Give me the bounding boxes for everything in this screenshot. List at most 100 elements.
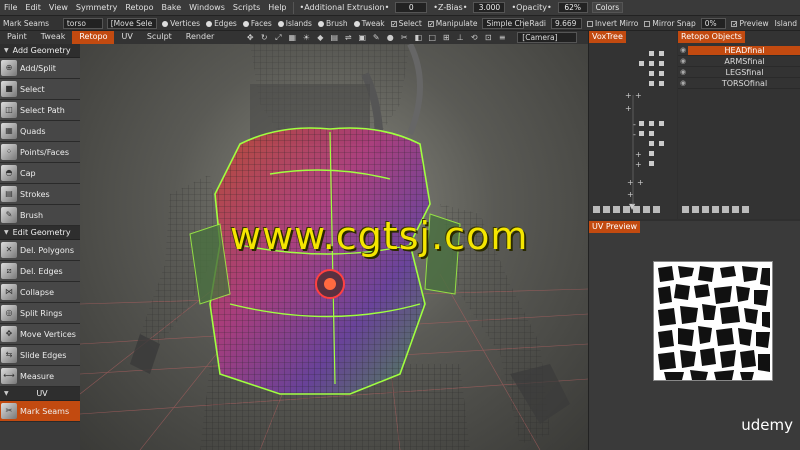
colors-button[interactable]: Colors bbox=[591, 2, 624, 13]
select-checkbox[interactable]: ✓ Select bbox=[388, 19, 425, 28]
eye-icon[interactable]: ◉ bbox=[678, 79, 688, 87]
edges-radio[interactable]: Edges bbox=[203, 19, 240, 28]
grid-toggle-icon[interactable]: ⊞ bbox=[441, 33, 451, 42]
tool-strokes[interactable]: ▤ Strokes bbox=[0, 184, 80, 205]
droplet-icon[interactable]: ◆ bbox=[315, 33, 325, 42]
tool-add-split[interactable]: ⊕ Add/Split bbox=[0, 58, 80, 79]
snap-icon[interactable]: ⊡ bbox=[483, 33, 493, 42]
menu-view[interactable]: View bbox=[45, 3, 72, 12]
grid-icon[interactable]: ▦ bbox=[287, 33, 297, 42]
tool-points-faces[interactable]: ⁘ Points/Faces bbox=[0, 142, 80, 163]
menu-retopo[interactable]: Retopo bbox=[121, 3, 157, 12]
axis-icon[interactable]: ⊥ bbox=[455, 33, 465, 42]
rotate-icon[interactable]: ↻ bbox=[259, 33, 269, 42]
retopo-object-row[interactable]: ◉ HEADfinal bbox=[678, 45, 800, 56]
settings-layer-icon[interactable] bbox=[643, 206, 650, 213]
section-edit-geometry[interactable]: ▼ Edit Geometry bbox=[0, 226, 80, 240]
tool-mark-seams[interactable]: ✂ Mark Seams bbox=[0, 401, 80, 422]
eye-icon[interactable]: ◉ bbox=[678, 68, 688, 76]
tool-slide-edges[interactable]: ⇆ Slide Edges bbox=[0, 345, 80, 366]
tab-paint[interactable]: Paint bbox=[0, 31, 34, 44]
tool-measure[interactable]: ⟷ Measure bbox=[0, 366, 80, 387]
cut-icon[interactable]: ✂ bbox=[399, 33, 409, 42]
sphere-icon[interactable]: ● bbox=[385, 33, 395, 42]
delete-object-icon[interactable] bbox=[692, 206, 699, 213]
merge-object-icon[interactable] bbox=[712, 206, 719, 213]
menu-windows[interactable]: Windows bbox=[185, 3, 229, 12]
cube-outline-icon[interactable]: □ bbox=[427, 33, 437, 42]
add-object-icon[interactable] bbox=[682, 206, 689, 213]
radius-field[interactable]: 9.669 bbox=[550, 17, 582, 29]
tweak-radio[interactable]: Tweak bbox=[351, 19, 388, 28]
section-uv[interactable]: ▼ UV bbox=[0, 387, 80, 401]
menu-scripts[interactable]: Scripts bbox=[229, 3, 264, 12]
retopo-object-row[interactable]: ◉ ARMSfinal bbox=[678, 56, 800, 67]
invert-mirror-checkbox[interactable]: Invert Mirro bbox=[584, 19, 641, 28]
menu-bake[interactable]: Bake bbox=[157, 3, 185, 12]
retopo-object-row[interactable]: ◉ LEGSfinal bbox=[678, 67, 800, 78]
tab-retopo[interactable]: Retopo bbox=[72, 31, 115, 44]
uv-layout-preview[interactable] bbox=[653, 261, 773, 381]
tool-brush[interactable]: ✎ Brush bbox=[0, 205, 80, 226]
voxtree-tab[interactable]: VoxTree bbox=[589, 31, 626, 43]
tool-select-path[interactable]: ◫ Select Path bbox=[0, 100, 80, 121]
eye-icon[interactable]: ◉ bbox=[678, 46, 688, 54]
islands-radio[interactable]: Islands bbox=[275, 19, 315, 28]
mirror-snap-checkbox[interactable]: Mirror Snap bbox=[641, 19, 698, 28]
grid-object-icon[interactable] bbox=[722, 206, 729, 213]
zbias-field[interactable]: 3.000 bbox=[473, 2, 506, 13]
menu-edit[interactable]: Edit bbox=[21, 3, 45, 12]
menu-file[interactable]: File bbox=[0, 3, 21, 12]
eye-icon[interactable]: ◉ bbox=[678, 57, 688, 65]
tool-del-polygons[interactable]: ✕ Del. Polygons bbox=[0, 240, 80, 261]
scale-icon[interactable]: ⤢ bbox=[273, 33, 283, 42]
cube-icon[interactable]: ◧ bbox=[413, 33, 423, 42]
wireframe-icon[interactable]: ▤ bbox=[329, 33, 339, 42]
manipulator-checkbox[interactable]: ✓ Manipulate bbox=[425, 19, 481, 28]
delete-layer-icon[interactable] bbox=[603, 206, 610, 213]
snap-value-field[interactable]: 0% bbox=[700, 17, 727, 29]
camera-dropdown[interactable]: [Camera] bbox=[517, 32, 578, 43]
move-icon[interactable]: ✥ bbox=[245, 33, 255, 42]
tool-cap[interactable]: ◓ Cap bbox=[0, 163, 80, 184]
uv-preview-tab[interactable]: UV Preview bbox=[589, 221, 641, 233]
tool-del-edges[interactable]: ⧄ Del. Edges bbox=[0, 261, 80, 282]
menu-icon[interactable]: ≡ bbox=[497, 33, 507, 42]
simple-che-dropdown[interactable]: Simple Che bbox=[482, 17, 529, 29]
checker-object-icon[interactable] bbox=[732, 206, 739, 213]
symmetry-icon[interactable]: ⇌ bbox=[343, 33, 353, 42]
opacity-field[interactable]: 62% bbox=[557, 2, 588, 13]
3d-viewport[interactable]: www.cgtsj.com bbox=[80, 44, 588, 450]
tab-sculpt[interactable]: Sculpt bbox=[140, 31, 179, 44]
menu-symmetry[interactable]: Symmetry bbox=[72, 3, 121, 12]
preview-checkbox[interactable]: ✓ Preview bbox=[728, 19, 771, 28]
add-layer-icon[interactable] bbox=[593, 206, 600, 213]
light-icon[interactable]: ☀ bbox=[301, 33, 311, 42]
mode-dropdown[interactable]: [Move Sele bbox=[106, 17, 158, 29]
more-layer-icon[interactable] bbox=[653, 206, 660, 213]
menu-help[interactable]: Help bbox=[264, 3, 290, 12]
tab-render[interactable]: Render bbox=[179, 31, 221, 44]
section-add-geometry[interactable]: ▼ Add Geometry bbox=[0, 44, 80, 58]
clone-object-icon[interactable] bbox=[702, 206, 709, 213]
tab-tweak[interactable]: Tweak bbox=[34, 31, 73, 44]
tool-move-vertices[interactable]: ✥ Move Vertices bbox=[0, 324, 80, 345]
vertices-radio[interactable]: Vertices bbox=[159, 19, 203, 28]
retopo-object-row[interactable]: ◉ TORSOfinal bbox=[678, 78, 800, 89]
lock-icon[interactable]: ▣ bbox=[357, 33, 367, 42]
retopo-objects-tab[interactable]: Retopo Objects bbox=[678, 31, 745, 43]
tool-quads[interactable]: ▦ Quads bbox=[0, 121, 80, 142]
sphere-layer-icon[interactable] bbox=[633, 206, 640, 213]
tool-select[interactable]: ■ Select bbox=[0, 79, 80, 100]
tool-split-rings[interactable]: ◎ Split Rings bbox=[0, 303, 80, 324]
more-object-icon[interactable] bbox=[742, 206, 749, 213]
reset-icon[interactable]: ⟲ bbox=[469, 33, 479, 42]
tab-uv[interactable]: UV bbox=[114, 31, 139, 44]
clone-layer-icon[interactable] bbox=[613, 206, 620, 213]
brush-radio[interactable]: Brush bbox=[315, 19, 351, 28]
brush-icon[interactable]: ✎ bbox=[371, 33, 381, 42]
additional-extrusion-field[interactable]: 0 bbox=[395, 2, 428, 13]
tool-collapse[interactable]: ⋈ Collapse bbox=[0, 282, 80, 303]
faces-radio[interactable]: Faces bbox=[240, 19, 275, 28]
object-dropdown[interactable]: torso bbox=[62, 17, 103, 29]
